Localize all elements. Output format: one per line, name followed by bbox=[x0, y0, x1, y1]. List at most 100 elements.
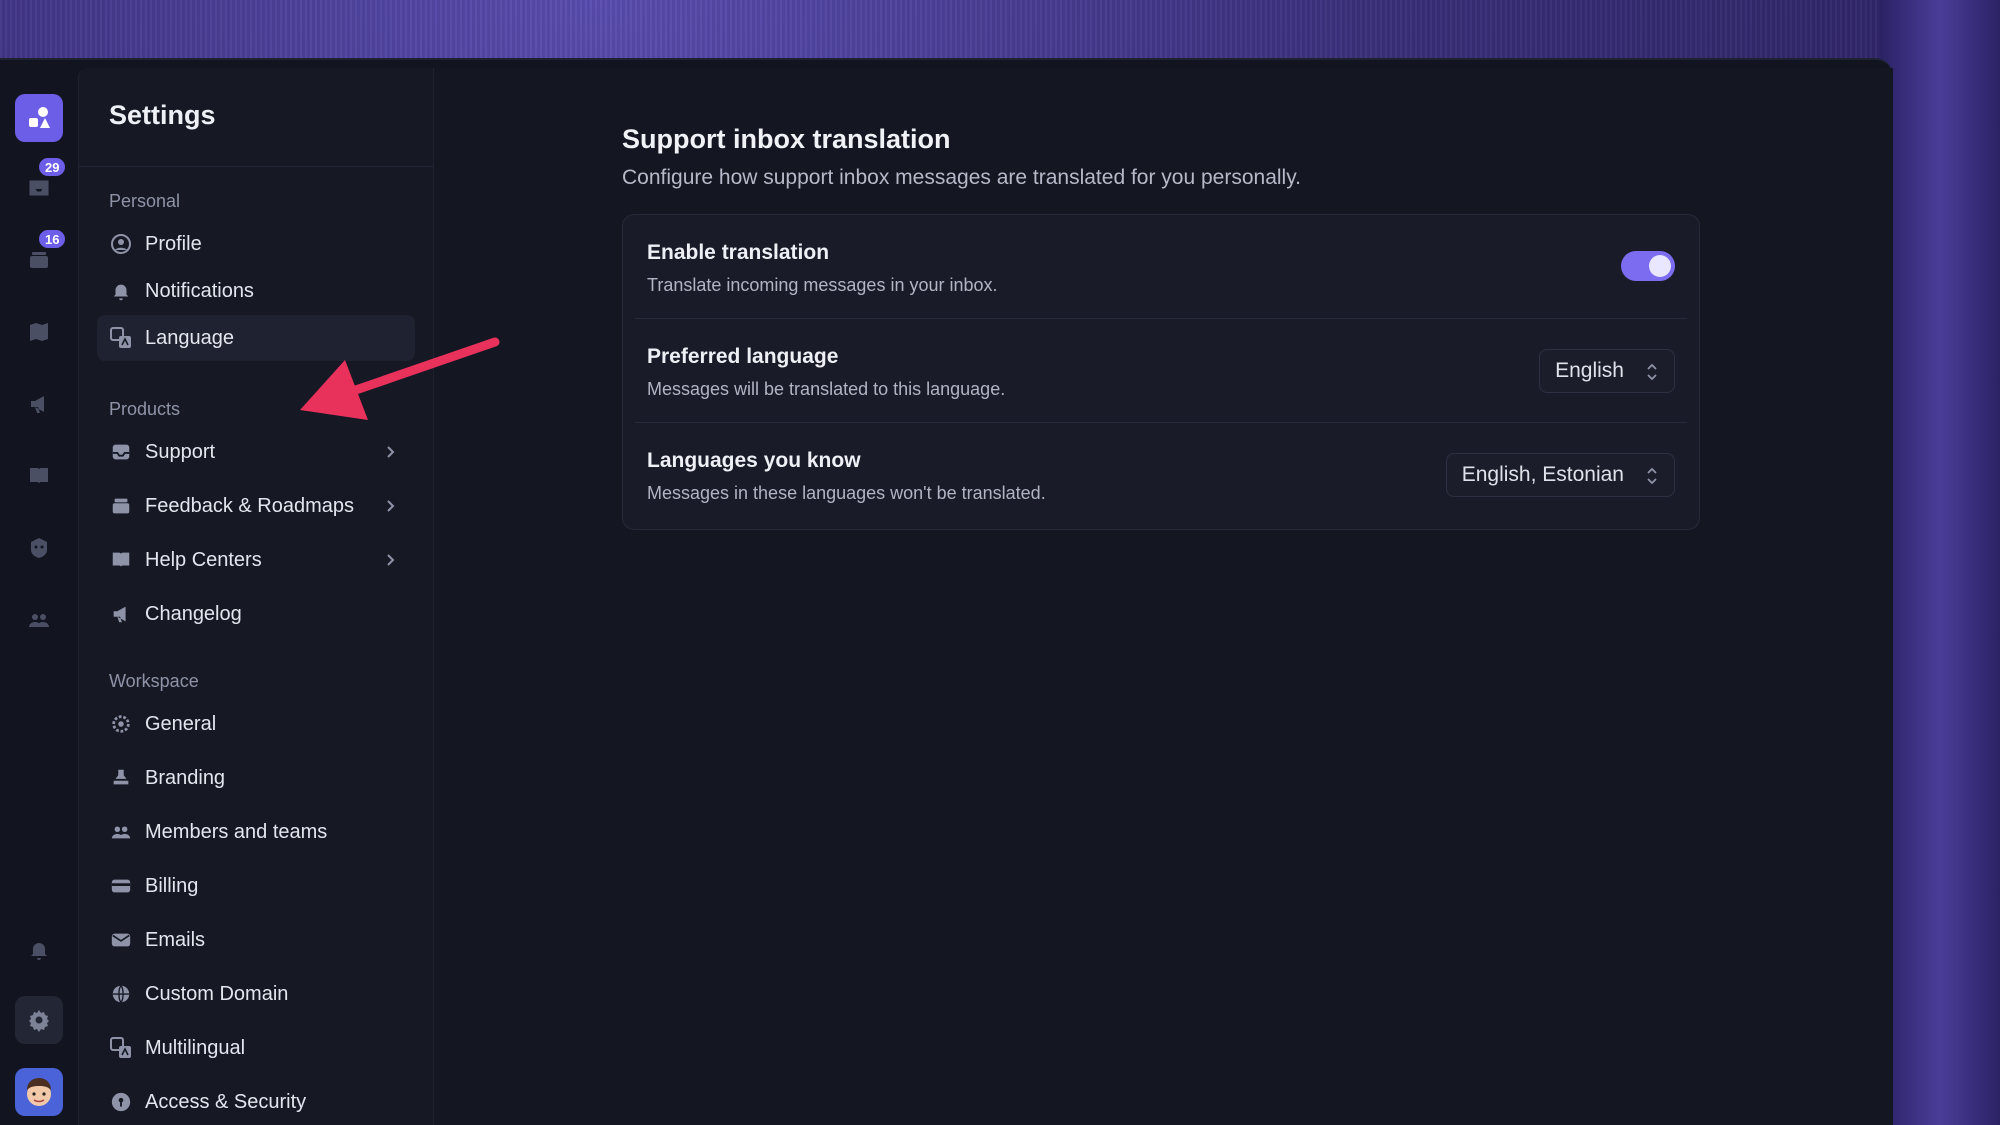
main-content: Support inbox translation Configure how … bbox=[434, 68, 1893, 1125]
sidebar-item-label: Help Centers bbox=[145, 548, 262, 571]
desktop-background-edge bbox=[1880, 0, 2000, 1125]
sidebar-item-feedback-roadmaps[interactable]: Feedback & Roadmaps bbox=[97, 483, 415, 529]
page-title: Support inbox translation bbox=[622, 124, 951, 154]
team-icon bbox=[29, 614, 49, 627]
sidebar-item-access-security[interactable]: Access & Security bbox=[97, 1079, 415, 1125]
chevron-up-down-icon bbox=[1647, 467, 1657, 485]
rail-archive-button[interactable]: 16 bbox=[15, 228, 68, 284]
rail-help-center-button[interactable] bbox=[15, 452, 63, 500]
sidebar-item-changelog[interactable]: Changelog bbox=[97, 591, 415, 637]
setting-description: Messages in these languages won't be tra… bbox=[647, 483, 1046, 503]
section-label-personal: Personal bbox=[109, 191, 181, 211]
sidebar-item-general[interactable]: General bbox=[97, 701, 415, 747]
translation-settings-card: Enable translation Translate incoming me… bbox=[622, 214, 1700, 530]
sidebar-item-label: Profile bbox=[145, 232, 202, 255]
rail-changelog-button[interactable] bbox=[15, 380, 63, 428]
sidebar-item-label: Custom Domain bbox=[145, 982, 289, 1005]
setting-title: Preferred language bbox=[647, 345, 839, 368]
user-avatar-button[interactable] bbox=[15, 1068, 63, 1116]
sidebar-item-help-centers[interactable]: Help Centers bbox=[97, 537, 415, 583]
card-icon bbox=[109, 874, 133, 898]
section-label-products: Products bbox=[109, 399, 181, 419]
sidebar-item-label: Branding bbox=[145, 766, 226, 789]
archive-icon bbox=[30, 252, 48, 268]
globe-icon bbox=[109, 982, 133, 1006]
sidebar-item-multilingual[interactable]: Multilingual bbox=[97, 1025, 415, 1071]
setting-row-enable-translation: Enable translation Translate incoming me… bbox=[623, 215, 1699, 319]
bot-icon bbox=[31, 538, 47, 558]
user-circle-icon bbox=[109, 232, 133, 256]
rail-roadmap-button[interactable] bbox=[15, 308, 63, 356]
rail-inbox-button[interactable]: 29 bbox=[15, 156, 68, 212]
setting-row-languages-you-know: Languages you know Messages in these lan… bbox=[623, 423, 1699, 527]
bell-icon bbox=[31, 943, 47, 960]
chevron-right-icon bbox=[387, 554, 395, 566]
sidebar-item-profile[interactable]: Profile bbox=[97, 221, 415, 267]
mail-icon bbox=[109, 928, 133, 952]
stamp-icon bbox=[109, 766, 133, 790]
rail-bot-button[interactable] bbox=[15, 524, 63, 572]
enable-translation-toggle[interactable] bbox=[1621, 251, 1675, 281]
sidebar-item-members-teams[interactable]: Members and teams bbox=[97, 809, 415, 855]
sidebar-item-label: Members and teams bbox=[145, 820, 328, 843]
rail-settings-button[interactable] bbox=[15, 996, 63, 1044]
bell-icon bbox=[109, 279, 133, 303]
sidebar-item-support[interactable]: Support bbox=[97, 429, 415, 475]
gear-icon bbox=[109, 712, 133, 736]
select-value: English bbox=[1555, 359, 1624, 382]
avatar bbox=[27, 1078, 51, 1106]
sidebar-item-label: Emails bbox=[145, 928, 206, 951]
icon-rail: 29 16 bbox=[0, 60, 78, 1125]
sidebar-item-notifications[interactable]: Notifications bbox=[97, 268, 415, 314]
archive-count-badge: 16 bbox=[37, 228, 68, 250]
inbox-icon bbox=[29, 180, 49, 196]
rail-team-button[interactable] bbox=[15, 596, 63, 644]
book-icon bbox=[109, 548, 133, 572]
sidebar-item-label: Multilingual bbox=[145, 1036, 246, 1059]
chevron-right-icon bbox=[387, 500, 395, 512]
rail-notifications-button[interactable] bbox=[15, 926, 63, 974]
book-icon bbox=[30, 468, 48, 484]
app-logo-button[interactable] bbox=[15, 94, 63, 142]
sidebar-item-label: Support bbox=[145, 440, 216, 463]
setting-description: Messages will be translated to this lang… bbox=[647, 379, 1006, 399]
chevron-right-icon bbox=[387, 446, 395, 458]
team-icon bbox=[109, 820, 133, 844]
toggle-knob bbox=[1649, 255, 1671, 277]
chevron-up-down-icon bbox=[1647, 363, 1657, 381]
logo-icon bbox=[29, 107, 50, 128]
page-subtitle: Configure how support inbox messages are… bbox=[622, 166, 1301, 189]
sidebar-item-label: Access & Security bbox=[145, 1090, 307, 1113]
sidebar-item-label: Changelog bbox=[145, 602, 242, 625]
sidebar-item-label: General bbox=[145, 712, 217, 735]
app-window: 29 16 Settings Personal Profile Notifica… bbox=[0, 58, 1893, 1125]
lock-icon bbox=[109, 1090, 133, 1114]
megaphone-icon bbox=[31, 396, 44, 413]
archive-icon bbox=[109, 494, 133, 518]
sidebar-title: Settings bbox=[109, 100, 216, 130]
annotation-arrow-icon bbox=[300, 337, 500, 420]
known-languages-select[interactable]: English, Estonian bbox=[1445, 453, 1675, 497]
map-icon bbox=[30, 323, 48, 341]
inbox-icon bbox=[109, 440, 133, 464]
section-label-workspace: Workspace bbox=[109, 671, 199, 691]
sidebar-item-label: Language bbox=[145, 326, 234, 349]
megaphone-icon bbox=[109, 602, 133, 626]
sidebar-item-custom-domain[interactable]: Custom Domain bbox=[97, 971, 415, 1017]
sidebar-item-billing[interactable]: Billing bbox=[97, 863, 415, 909]
setting-description: Translate incoming messages in your inbo… bbox=[647, 275, 998, 295]
setting-title: Languages you know bbox=[647, 449, 861, 472]
sidebar-item-label: Notifications bbox=[145, 279, 254, 302]
sidebar-item-label: Billing bbox=[145, 874, 199, 897]
preferred-language-select[interactable]: English bbox=[1539, 349, 1675, 393]
sidebar-item-branding[interactable]: Branding bbox=[97, 755, 415, 801]
settings-sidebar: Settings Personal Profile Notifications … bbox=[78, 68, 435, 1125]
translate-icon bbox=[109, 1036, 133, 1060]
sidebar-item-emails[interactable]: Emails bbox=[97, 917, 415, 963]
inbox-count-badge: 29 bbox=[37, 156, 68, 178]
translate-icon bbox=[109, 326, 133, 350]
setting-row-preferred-language: Preferred language Messages will be tran… bbox=[623, 319, 1699, 423]
setting-title: Enable translation bbox=[647, 241, 830, 264]
sidebar-item-label: Feedback & Roadmaps bbox=[145, 494, 355, 517]
sidebar-divider bbox=[79, 166, 435, 167]
